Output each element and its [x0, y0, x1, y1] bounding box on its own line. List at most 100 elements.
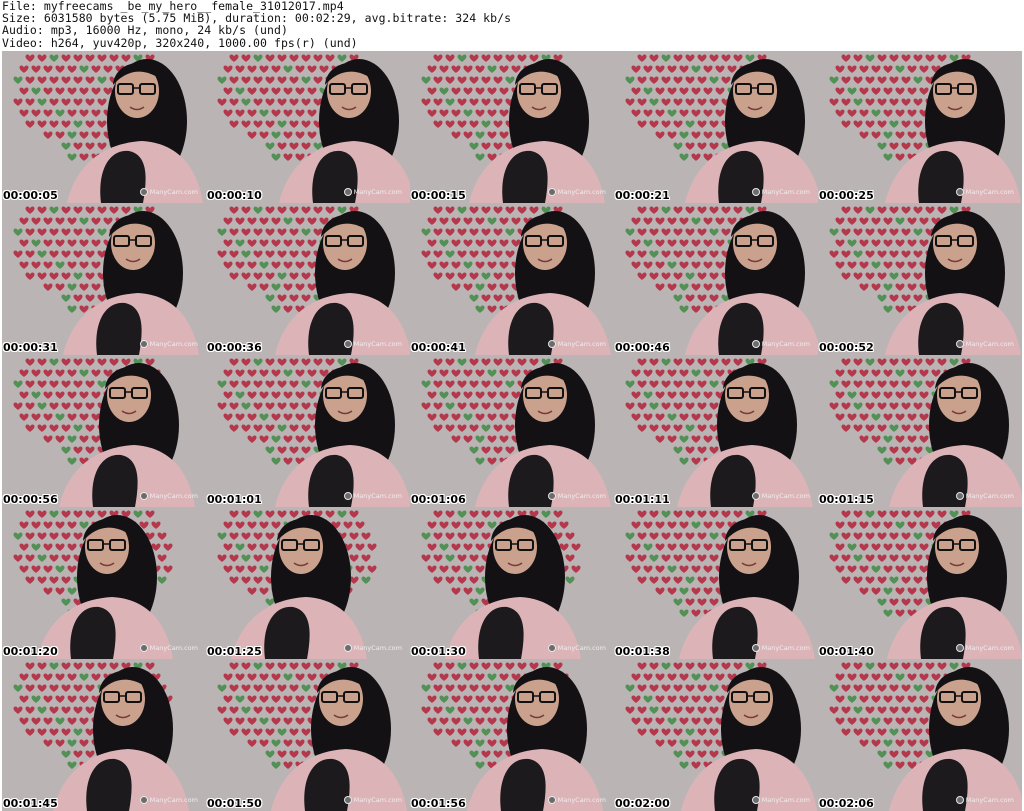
frame-scene	[614, 203, 818, 355]
frame-timestamp: 00:00:41	[411, 341, 466, 354]
thumbnail-frame: ManyCam.com 00:00:52	[818, 203, 1022, 355]
manycam-logo-icon	[751, 340, 760, 348]
thumbnail-frame: ManyCam.com 00:01:38	[614, 507, 818, 659]
frame-timestamp: 00:01:15	[819, 493, 874, 506]
frame-scene	[818, 51, 1022, 203]
manycam-watermark: ManyCam.com	[343, 188, 402, 196]
manycam-watermark: ManyCam.com	[955, 188, 1014, 196]
frame-timestamp: 00:01:45	[3, 797, 58, 810]
frame-scene	[2, 51, 206, 203]
manycam-watermark: ManyCam.com	[547, 644, 606, 652]
frame-timestamp: 00:00:56	[3, 493, 58, 506]
thumbnail-frame: ManyCam.com 00:00:25	[818, 51, 1022, 203]
watermark-text: ManyCam.com	[353, 644, 402, 652]
frame-scene	[2, 659, 206, 811]
manycam-logo-icon	[955, 644, 964, 652]
frame-timestamp: 00:02:06	[819, 797, 874, 810]
manycam-logo-icon	[343, 644, 352, 652]
frame-scene	[818, 355, 1022, 507]
frame-timestamp: 00:00:25	[819, 189, 874, 202]
frame-timestamp: 00:00:36	[207, 341, 262, 354]
frame-timestamp: 00:00:10	[207, 189, 262, 202]
manycam-watermark: ManyCam.com	[139, 796, 198, 804]
watermark-text: ManyCam.com	[149, 492, 198, 500]
thumbnail-frame: ManyCam.com 00:00:31	[2, 203, 206, 355]
manycam-logo-icon	[139, 644, 148, 652]
watermark-text: ManyCam.com	[761, 188, 810, 196]
frame-scene	[614, 507, 818, 659]
frame-scene	[206, 659, 410, 811]
thumbnail-frame: ManyCam.com 00:01:40	[818, 507, 1022, 659]
manycam-watermark: ManyCam.com	[751, 188, 810, 196]
frame-scene	[410, 203, 614, 355]
manycam-logo-icon	[751, 492, 760, 500]
watermark-text: ManyCam.com	[149, 796, 198, 804]
manycam-logo-icon	[751, 644, 760, 652]
watermark-text: ManyCam.com	[965, 796, 1014, 804]
thumbnail-frame: ManyCam.com 00:00:56	[2, 355, 206, 507]
file-info-header: File: myfreecams _be_my_hero__female_310…	[2, 0, 1022, 50]
manycam-watermark: ManyCam.com	[751, 796, 810, 804]
frame-timestamp: 00:01:40	[819, 645, 874, 658]
manycam-logo-icon	[547, 492, 556, 500]
thumbnail-frame: ManyCam.com 00:00:36	[206, 203, 410, 355]
manycam-watermark: ManyCam.com	[139, 644, 198, 652]
frame-timestamp: 00:00:52	[819, 341, 874, 354]
frame-scene	[818, 507, 1022, 659]
frame-scene	[410, 659, 614, 811]
frame-timestamp: 00:00:46	[615, 341, 670, 354]
frame-timestamp: 00:00:31	[3, 341, 58, 354]
watermark-text: ManyCam.com	[557, 188, 606, 196]
thumbnail-frame: ManyCam.com 00:01:01	[206, 355, 410, 507]
watermark-text: ManyCam.com	[557, 796, 606, 804]
watermark-text: ManyCam.com	[761, 644, 810, 652]
manycam-logo-icon	[139, 340, 148, 348]
frame-scene	[2, 203, 206, 355]
manycam-logo-icon	[955, 492, 964, 500]
frame-timestamp: 00:01:11	[615, 493, 670, 506]
watermark-text: ManyCam.com	[965, 188, 1014, 196]
frame-scene	[206, 51, 410, 203]
frame-timestamp: 00:01:38	[615, 645, 670, 658]
thumbnail-frame: ManyCam.com 00:01:20	[2, 507, 206, 659]
frame-timestamp: 00:00:05	[3, 189, 58, 202]
manycam-watermark: ManyCam.com	[139, 340, 198, 348]
frame-scene	[818, 203, 1022, 355]
manycam-logo-icon	[955, 796, 964, 804]
frame-scene	[614, 355, 818, 507]
frame-scene	[614, 51, 818, 203]
watermark-text: ManyCam.com	[557, 492, 606, 500]
thumbnail-frame: ManyCam.com 00:00:10	[206, 51, 410, 203]
frame-scene	[2, 355, 206, 507]
thumbnail-frame: ManyCam.com 00:00:41	[410, 203, 614, 355]
manycam-watermark: ManyCam.com	[955, 644, 1014, 652]
manycam-logo-icon	[955, 340, 964, 348]
watermark-text: ManyCam.com	[557, 644, 606, 652]
frame-scene	[206, 355, 410, 507]
frame-scene	[410, 355, 614, 507]
manycam-logo-icon	[547, 644, 556, 652]
watermark-text: ManyCam.com	[149, 188, 198, 196]
watermark-text: ManyCam.com	[557, 340, 606, 348]
manycam-logo-icon	[547, 188, 556, 196]
frame-scene	[614, 659, 818, 811]
frame-timestamp: 00:00:15	[411, 189, 466, 202]
manycam-watermark: ManyCam.com	[955, 492, 1014, 500]
thumbnail-grid: ManyCam.com 00:00:05 ManyCam.com 00:00:10 Ma…	[2, 51, 1022, 811]
thumbnail-frame: ManyCam.com 00:01:11	[614, 355, 818, 507]
frame-timestamp: 00:01:30	[411, 645, 466, 658]
manycam-logo-icon	[751, 188, 760, 196]
manycam-watermark: ManyCam.com	[547, 340, 606, 348]
watermark-text: ManyCam.com	[353, 492, 402, 500]
frame-timestamp: 00:01:25	[207, 645, 262, 658]
watermark-text: ManyCam.com	[965, 340, 1014, 348]
thumbnail-frame: ManyCam.com 00:00:15	[410, 51, 614, 203]
watermark-text: ManyCam.com	[761, 796, 810, 804]
frame-scene	[410, 507, 614, 659]
thumbnail-frame: ManyCam.com 00:02:00	[614, 659, 818, 811]
manycam-watermark: ManyCam.com	[751, 644, 810, 652]
thumbnail-frame: ManyCam.com 00:01:30	[410, 507, 614, 659]
watermark-text: ManyCam.com	[353, 796, 402, 804]
watermark-text: ManyCam.com	[965, 492, 1014, 500]
manycam-watermark: ManyCam.com	[343, 644, 402, 652]
